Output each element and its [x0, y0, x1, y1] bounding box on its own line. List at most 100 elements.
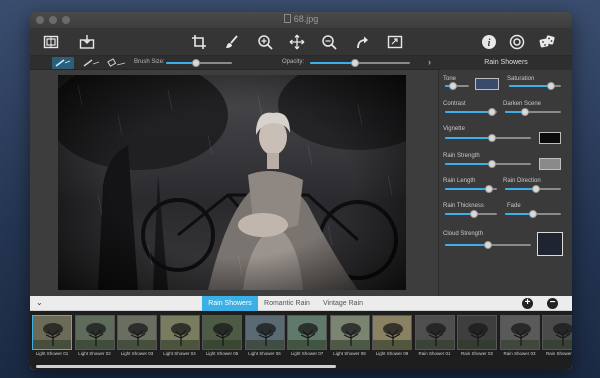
rain-strength-slider[interactable] [445, 160, 531, 168]
cloud-strength-slider-knob[interactable] [484, 241, 492, 249]
tab-rain-showers[interactable]: Rain Showers [202, 296, 258, 311]
preset-thumbnail[interactable]: Light Shower 01 [32, 315, 72, 357]
preset-thumbnail[interactable]: Rain Shower 03 [499, 315, 540, 357]
preset-thumbnail-label: Light Shower 09 [375, 351, 409, 356]
preset-thumbnail-label: Rain Shower 03 [503, 351, 536, 356]
zoom-in-icon[interactable] [256, 33, 274, 51]
rain-direction-slider[interactable] [505, 185, 561, 193]
preset-thumbnail-image [202, 315, 242, 350]
preset-thumbnail-label: Rain Shower 01 [418, 351, 451, 356]
rain-showers-panel: Tone Saturation Contrast Darken Scene Vi… [438, 70, 572, 296]
contrast-slider-knob[interactable] [487, 108, 496, 116]
preset-thumbnail[interactable]: Light Shower 03 [117, 315, 157, 357]
fade-slider[interactable] [505, 210, 561, 218]
saturation-label: Saturation [507, 76, 535, 82]
chevron-down-icon[interactable]: ⌄ [36, 298, 43, 307]
preset-thumbnail-image [372, 315, 412, 350]
rain-length-slider[interactable] [445, 185, 497, 193]
preset-thumbnail[interactable]: Rain Shower 01 [414, 315, 455, 357]
rain-direction-label: Rain Direction [503, 178, 541, 184]
fit-screen-icon[interactable] [386, 33, 404, 51]
rain-strength-slider-knob[interactable] [488, 160, 497, 168]
compare-icon[interactable] [42, 33, 60, 51]
fade-slider-knob[interactable] [529, 210, 537, 218]
saturation-slider-fill [509, 85, 551, 87]
saturation-slider[interactable] [509, 82, 561, 90]
tone-slider[interactable] [445, 82, 469, 90]
save-icon[interactable] [78, 33, 96, 51]
preset-thumbnail[interactable]: Light Shower 05 [202, 315, 242, 357]
opacity-slider-fill [310, 62, 355, 64]
preset-thumbnail-image [499, 315, 540, 350]
rain-strength-slider-fill [445, 163, 493, 165]
preset-thumbnail-image [287, 315, 327, 350]
preset-thumbnail-image [74, 315, 115, 350]
preset-thumbnail[interactable]: Light Shower 04 [159, 315, 200, 357]
darken-scene-slider-knob[interactable] [520, 108, 529, 116]
rain-thickness-slider[interactable] [445, 210, 497, 218]
redo-icon[interactable] [354, 33, 372, 51]
preset-thumbnail-image [244, 315, 285, 350]
window-title: 68.jpg [30, 14, 572, 24]
preset-thumbnail-strip[interactable]: Light Shower 01 Light Shower 02 Light Show… [30, 311, 572, 370]
info-icon[interactable]: i [480, 33, 498, 51]
preset-thumbnail-label: Light Shower 02 [78, 351, 111, 356]
erase-brush-icon[interactable] [80, 57, 102, 69]
tone-color-swatch[interactable] [475, 78, 499, 90]
rain-length-slider-fill [445, 188, 490, 190]
preset-thumbnail[interactable]: Light Shower 07 [287, 315, 327, 357]
darken-scene-slider[interactable] [505, 108, 561, 116]
preset-thumbnail[interactable]: Light Shower 02 [74, 315, 115, 357]
rain-length-slider-knob[interactable] [485, 185, 494, 193]
brush-size-slider[interactable] [166, 59, 232, 67]
vignette-slider-knob[interactable] [488, 134, 497, 142]
vignette-slider[interactable] [445, 134, 531, 142]
add-preset-button[interactable]: + [522, 298, 533, 309]
presets-tab-bar: ⌄ Rain Showers Romantic Rain Vintage Rai… [30, 296, 572, 311]
darken-scene-label: Darken Scene [503, 101, 542, 107]
vignette-color-swatch[interactable] [539, 132, 561, 144]
panel-title: Rain Showers [440, 56, 572, 70]
paint-brush-icon[interactable] [52, 57, 74, 69]
tone-slider-knob[interactable] [449, 82, 458, 90]
rain-strength-label: Rain Strength [443, 153, 480, 159]
rain-length-label: Rain Length [443, 178, 476, 184]
rain-strength-color-swatch[interactable] [539, 158, 561, 170]
thumbnail-scrollbar[interactable] [36, 365, 336, 368]
opacity-slider-knob[interactable] [351, 59, 359, 67]
presets-panel: ⌄ Rain Showers Romantic Rain Vintage Rai… [30, 296, 572, 370]
preset-thumbnail-label: Rain Shower 04 [545, 351, 572, 356]
tab-romantic-rain[interactable]: Romantic Rain [258, 296, 316, 311]
preset-thumbnail[interactable]: Light Shower 09 [372, 315, 412, 357]
chevron-right-icon[interactable]: › [428, 57, 431, 67]
tab-vintage-rain[interactable]: Vintage Rain [316, 296, 370, 311]
crop-icon[interactable] [190, 33, 208, 51]
tone-label: Tone [443, 76, 457, 82]
opacity-slider[interactable] [310, 59, 410, 67]
main-toolbar: i [30, 28, 572, 56]
eraser-icon[interactable] [106, 57, 128, 69]
brush-size-label: Brush Size: [134, 59, 165, 65]
preset-thumbnail[interactable]: Light Shower 06 [244, 315, 285, 357]
preset-thumbnail[interactable]: Rain Shower 02 [457, 315, 497, 357]
brush-icon[interactable] [223, 33, 241, 51]
preset-thumbnail[interactable]: Light Shower 08 [329, 315, 370, 357]
saturation-slider-knob[interactable] [546, 82, 555, 90]
cloud-strength-texture-swatch[interactable] [537, 232, 563, 256]
rain-thickness-slider-knob[interactable] [469, 210, 478, 218]
remove-preset-button[interactable]: − [547, 298, 558, 309]
edited-photo[interactable] [58, 75, 406, 290]
cloud-strength-slider[interactable] [445, 241, 531, 249]
preset-thumbnail[interactable]: Rain Shower 04 [542, 315, 572, 357]
preset-thumbnail-label: Rain Shower 02 [460, 351, 494, 356]
random-dice-icon[interactable] [538, 33, 556, 51]
brush-size-slider-knob[interactable] [191, 59, 200, 67]
window-title-text: 68.jpg [293, 14, 319, 24]
preset-thumbnail-label: Light Shower 08 [333, 351, 366, 356]
contrast-slider[interactable] [445, 108, 497, 116]
rain-direction-slider-knob[interactable] [531, 185, 540, 193]
move-icon[interactable] [288, 33, 306, 51]
opacity-label: Opacity: [282, 59, 305, 65]
settings-icon[interactable] [508, 33, 526, 51]
zoom-out-icon[interactable] [320, 33, 338, 51]
